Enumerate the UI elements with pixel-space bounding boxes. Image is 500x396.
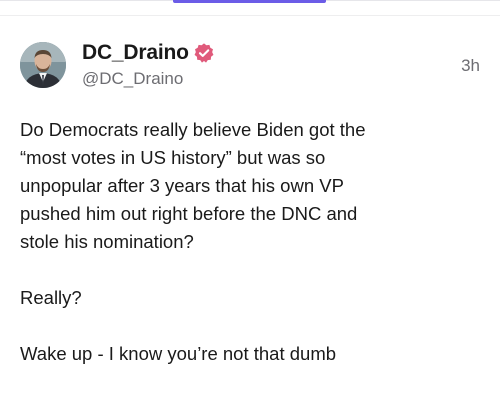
- avatar[interactable]: [20, 42, 66, 88]
- post-body: Do Democrats really believe Biden got th…: [20, 116, 485, 396]
- active-tab-indicator: [173, 0, 326, 3]
- post-paragraph: Really?: [20, 287, 82, 308]
- display-name[interactable]: DC_Draino: [82, 41, 189, 65]
- author-handle[interactable]: @DC_Draino: [82, 69, 183, 89]
- post-card[interactable]: DC_Draino @DC_Draino 3h Do Democrats rea…: [0, 16, 500, 386]
- verified-badge-icon: [193, 42, 215, 64]
- post-paragraph: Wake up - I know you’re not that dumb: [20, 343, 337, 364]
- post-timestamp[interactable]: 3h: [461, 56, 480, 76]
- author-name-row[interactable]: DC_Draino: [82, 40, 215, 66]
- avatar-image: [20, 42, 66, 88]
- post-paragraph: Do Democrats really believe Biden got th…: [20, 119, 366, 252]
